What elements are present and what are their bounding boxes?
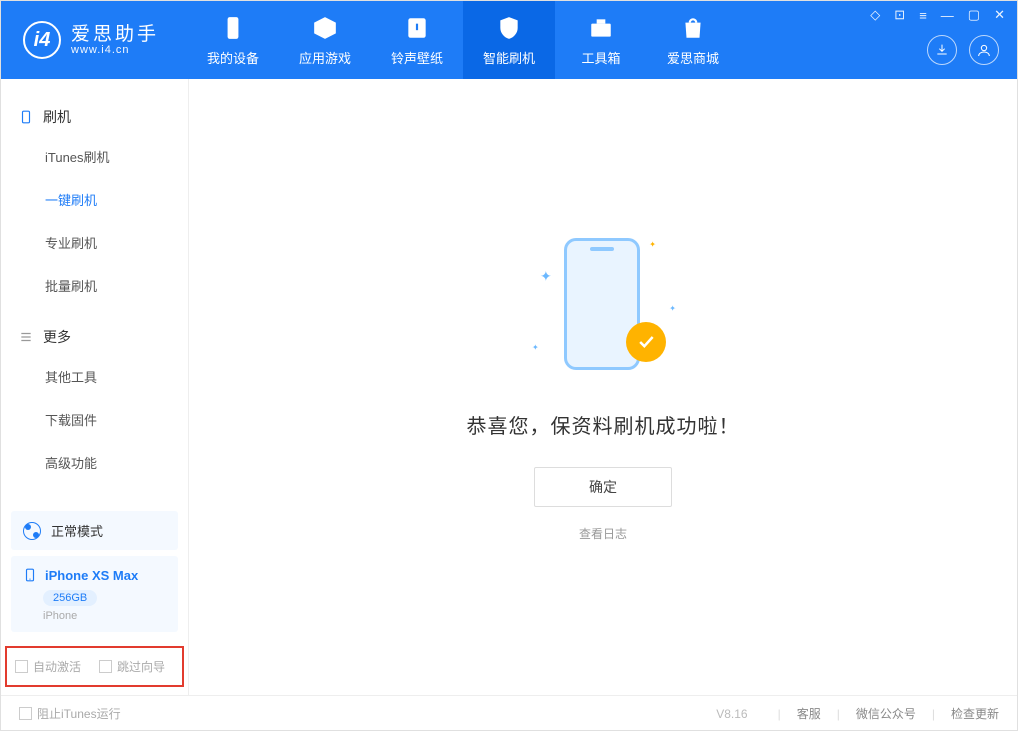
toolbox-icon bbox=[587, 14, 615, 42]
window-controls: ◇ ⊡ ≡ — ▢ ✕ bbox=[870, 7, 1005, 23]
sparkle-icon: ✦ bbox=[669, 304, 676, 313]
view-log-link[interactable]: 查看日志 bbox=[579, 525, 627, 542]
section-title: 更多 bbox=[43, 327, 71, 347]
tab-label: 智能刷机 bbox=[483, 48, 535, 67]
tab-label: 铃声壁纸 bbox=[391, 48, 443, 67]
header-actions bbox=[927, 35, 999, 65]
device-storage: 256GB bbox=[43, 590, 97, 606]
device-name: iPhone XS Max bbox=[45, 568, 138, 583]
tab-toolbox[interactable]: 工具箱 bbox=[555, 1, 647, 79]
ok-button[interactable]: 确定 bbox=[534, 467, 672, 507]
device-icon bbox=[219, 14, 247, 42]
support-link[interactable]: 客服 bbox=[797, 705, 821, 722]
main-tabs: 我的设备 应用游戏 铃声壁纸 智能刷机 工具箱 爱思商城 bbox=[187, 1, 739, 79]
sidebar-item-oneclick-flash[interactable]: 一键刷机 bbox=[1, 178, 188, 221]
app-subtitle: www.i4.cn bbox=[71, 44, 159, 56]
tab-my-device[interactable]: 我的设备 bbox=[187, 1, 279, 79]
account-button[interactable] bbox=[969, 35, 999, 65]
sidebar-section-flash[interactable]: 刷机 bbox=[1, 99, 188, 135]
shield-icon bbox=[495, 14, 523, 42]
main-content: ✦ ✦ ✦ ✦ 恭喜您，保资料刷机成功啦！ 确定 查看日志 bbox=[189, 79, 1017, 695]
checkbox-skip-guide[interactable]: 跳过向导 bbox=[99, 658, 165, 675]
music-icon bbox=[403, 14, 431, 42]
list-icon bbox=[19, 330, 33, 344]
options-highlight-box: 自动激活 跳过向导 bbox=[5, 646, 184, 687]
tab-label: 爱思商城 bbox=[667, 48, 719, 67]
bag-icon bbox=[679, 14, 707, 42]
phone-icon bbox=[23, 566, 37, 584]
download-button[interactable] bbox=[927, 35, 957, 65]
device-type: iPhone bbox=[43, 610, 166, 622]
menu-icon[interactable]: ≡ bbox=[919, 8, 927, 23]
sidebar-item-other-tools[interactable]: 其他工具 bbox=[1, 355, 188, 398]
checkbox-icon bbox=[15, 660, 28, 673]
checkbox-block-itunes[interactable]: 阻止iTunes运行 bbox=[19, 705, 121, 722]
sidebar-item-itunes-flash[interactable]: iTunes刷机 bbox=[1, 135, 188, 178]
phone-icon bbox=[19, 110, 33, 124]
checkbox-icon bbox=[99, 660, 112, 673]
tab-store[interactable]: 爱思商城 bbox=[647, 1, 739, 79]
sidebar: 刷机 iTunes刷机 一键刷机 专业刷机 批量刷机 更多 其他工具 下载固件 … bbox=[1, 79, 189, 695]
device-info-box[interactable]: iPhone XS Max 256GB iPhone bbox=[11, 556, 178, 632]
sidebar-section-more[interactable]: 更多 bbox=[1, 319, 188, 355]
tab-apps[interactable]: 应用游戏 bbox=[279, 1, 371, 79]
section-title: 刷机 bbox=[43, 107, 71, 127]
maximize-button[interactable]: ▢ bbox=[968, 7, 980, 23]
logo-text: 爱思助手 www.i4.cn bbox=[71, 25, 159, 56]
success-illustration: ✦ ✦ ✦ ✦ bbox=[528, 232, 678, 382]
check-update-link[interactable]: 检查更新 bbox=[951, 705, 999, 722]
sidebar-item-advanced[interactable]: 高级功能 bbox=[1, 441, 188, 484]
success-message: 恭喜您，保资料刷机成功啦！ bbox=[467, 410, 740, 439]
logo-icon: i4 bbox=[23, 21, 61, 59]
checkbox-icon bbox=[19, 707, 32, 720]
sidebar-item-download-firmware[interactable]: 下载固件 bbox=[1, 398, 188, 441]
minimize-button[interactable]: — bbox=[941, 8, 954, 23]
sparkle-icon: ✦ bbox=[540, 268, 552, 285]
sidebar-item-pro-flash[interactable]: 专业刷机 bbox=[1, 221, 188, 264]
mode-label: 正常模式 bbox=[51, 521, 103, 540]
tab-label: 我的设备 bbox=[207, 48, 259, 67]
wechat-link[interactable]: 微信公众号 bbox=[856, 705, 916, 722]
checkbox-label: 自动激活 bbox=[33, 658, 81, 675]
logo[interactable]: i4 爱思助手 www.i4.cn bbox=[23, 21, 159, 59]
tab-label: 应用游戏 bbox=[299, 48, 351, 67]
tab-ringtones[interactable]: 铃声壁纸 bbox=[371, 1, 463, 79]
mode-icon bbox=[23, 522, 41, 540]
tab-label: 工具箱 bbox=[582, 48, 621, 67]
status-bar: 阻止iTunes运行 V8.16 | 客服 | 微信公众号 | 检查更新 bbox=[1, 695, 1017, 731]
close-button[interactable]: ✕ bbox=[994, 7, 1005, 23]
sparkle-icon: ✦ bbox=[532, 343, 539, 352]
checkbox-label: 跳过向导 bbox=[117, 658, 165, 675]
sparkle-icon: ✦ bbox=[649, 240, 656, 249]
app-title: 爱思助手 bbox=[71, 25, 159, 44]
version-label: V8.16 bbox=[716, 707, 747, 721]
app-body: 刷机 iTunes刷机 一键刷机 专业刷机 批量刷机 更多 其他工具 下载固件 … bbox=[1, 79, 1017, 695]
cube-icon bbox=[311, 14, 339, 42]
checkbox-auto-activate[interactable]: 自动激活 bbox=[15, 658, 81, 675]
checkbox-label: 阻止iTunes运行 bbox=[37, 705, 121, 722]
shirt-icon[interactable]: ◇ bbox=[870, 7, 880, 23]
app-header: i4 爱思助手 www.i4.cn 我的设备 应用游戏 铃声壁纸 智能刷机 工具… bbox=[1, 1, 1017, 79]
device-mode-box[interactable]: 正常模式 bbox=[11, 511, 178, 550]
sidebar-item-batch-flash[interactable]: 批量刷机 bbox=[1, 264, 188, 307]
check-badge-icon bbox=[626, 322, 666, 362]
tab-flash[interactable]: 智能刷机 bbox=[463, 1, 555, 79]
lock-icon[interactable]: ⊡ bbox=[894, 7, 905, 23]
